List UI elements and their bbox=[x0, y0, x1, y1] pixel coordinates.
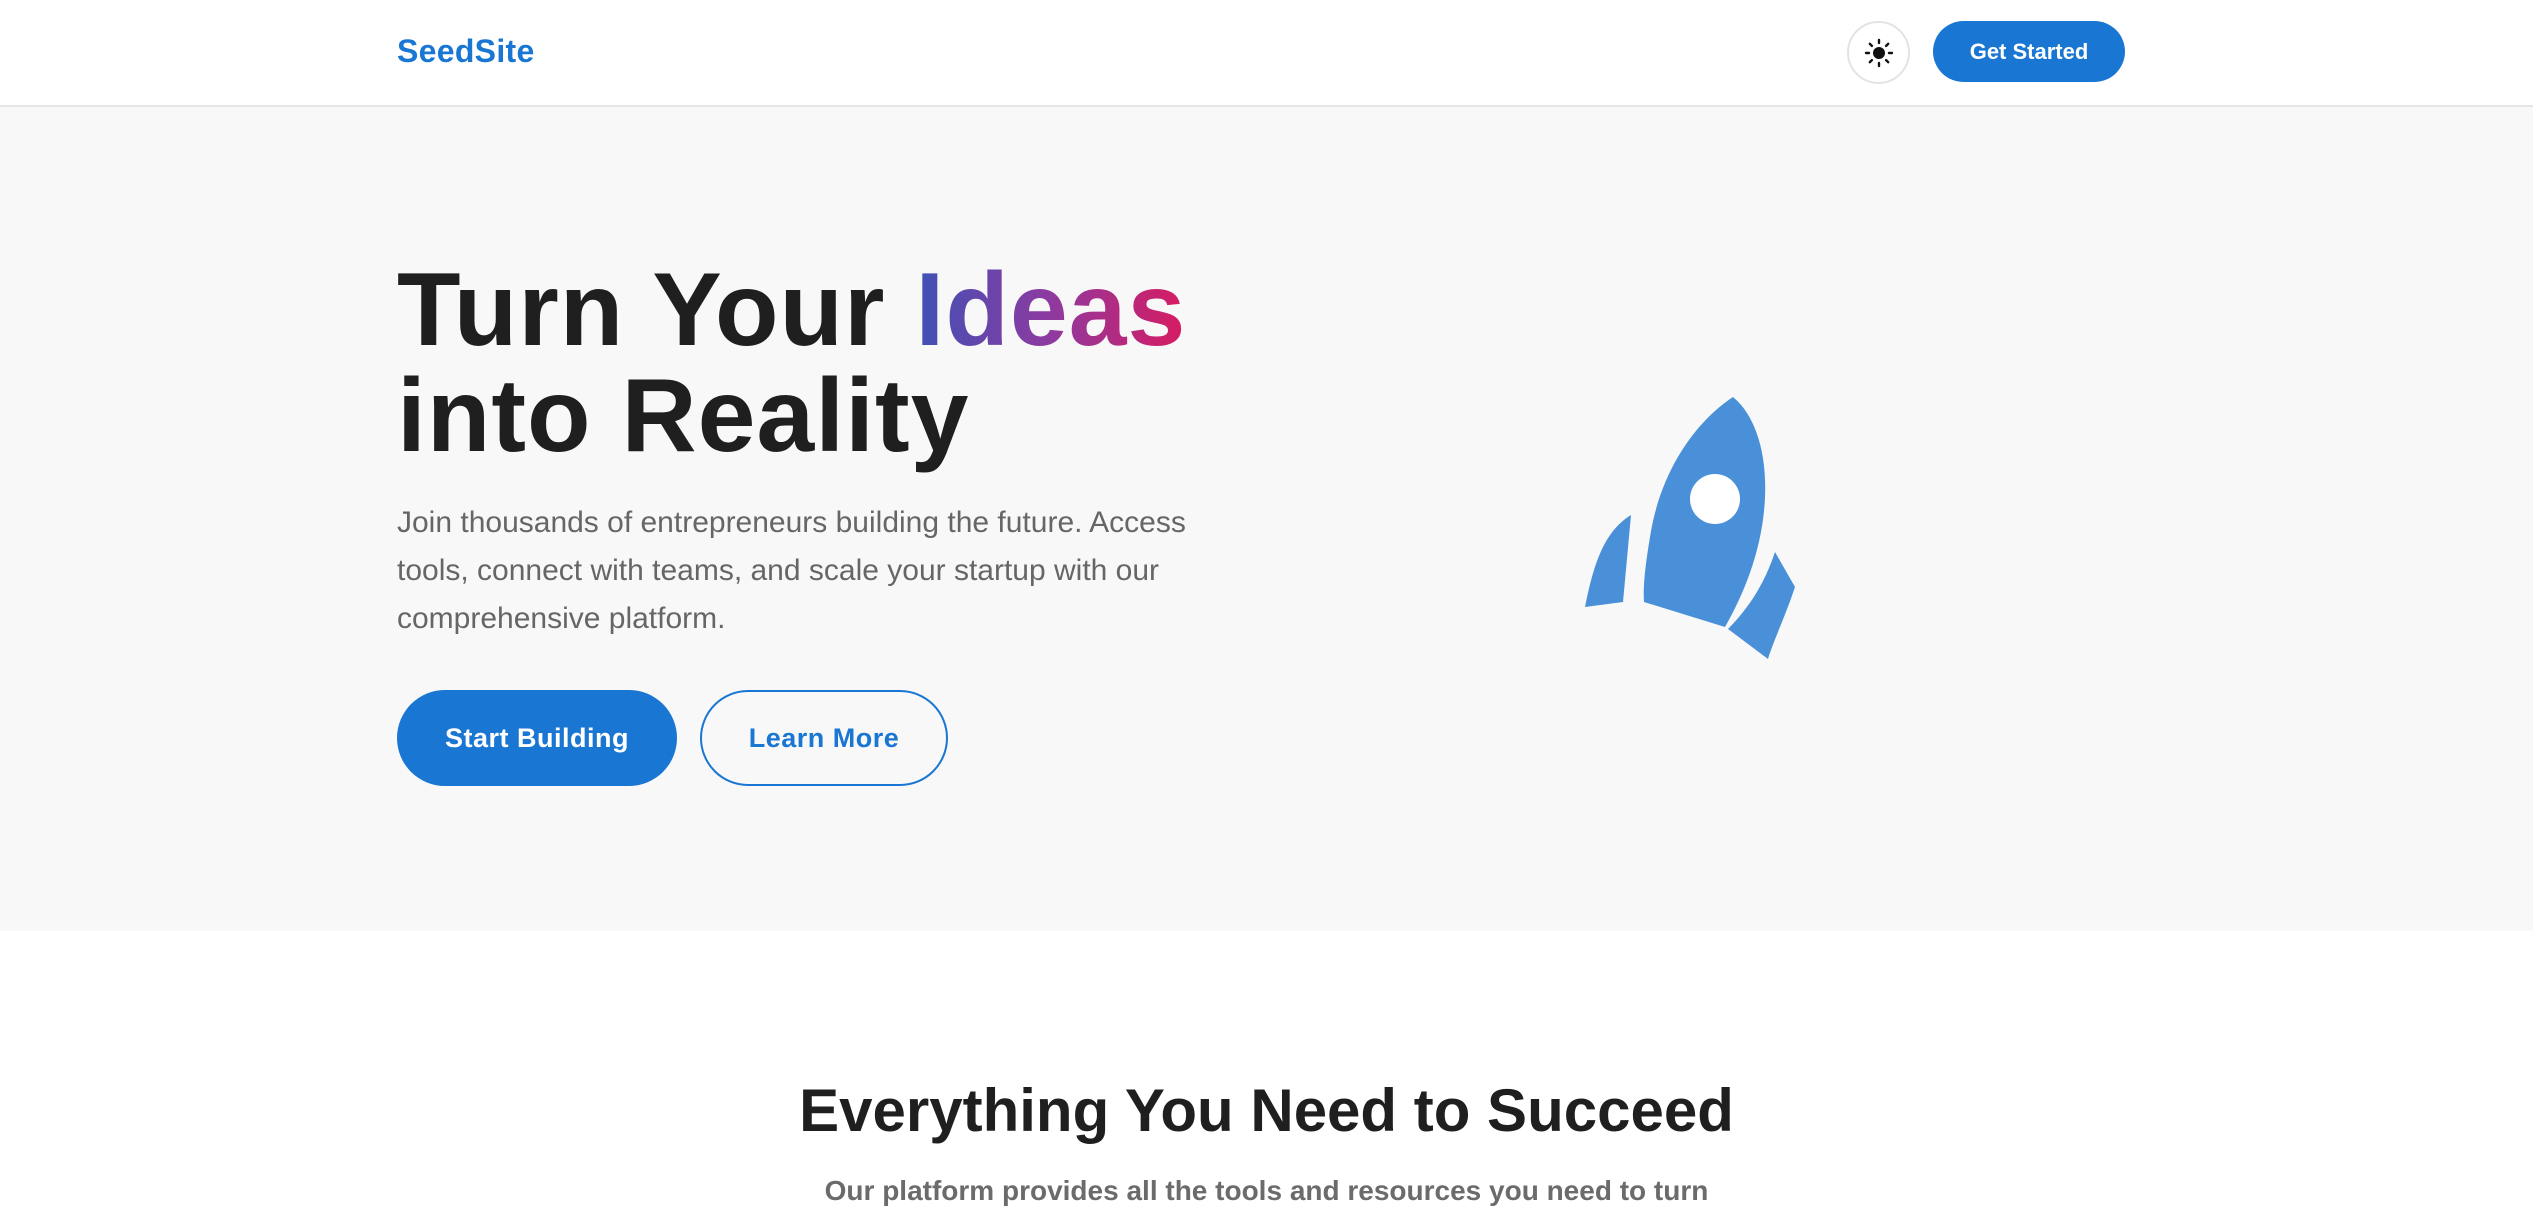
get-started-button[interactable]: Get Started bbox=[1933, 21, 2125, 82]
rocket-icon bbox=[1585, 397, 1795, 659]
sun-icon bbox=[1864, 38, 1893, 67]
features-title: Everything You Need to Succeed bbox=[799, 1077, 1734, 1144]
hero-title-part2: into Reality bbox=[397, 358, 970, 474]
logo[interactable]: SeedSite bbox=[397, 33, 535, 70]
hero-title-highlight: Ideas bbox=[915, 252, 1187, 368]
hero-title: Turn Your Ideas into Reality bbox=[397, 257, 1186, 469]
learn-more-button[interactable]: Learn More bbox=[700, 690, 948, 786]
features-subtitle: Our platform provides all the tools and … bbox=[824, 1175, 1709, 1206]
theme-toggle-button[interactable] bbox=[1847, 21, 1910, 84]
start-building-button[interactable]: Start Building bbox=[397, 690, 677, 786]
hero-title-part1: Turn Your bbox=[397, 252, 916, 368]
hero-description: Join thousands of entrepreneurs building… bbox=[397, 506, 1186, 635]
features-section: Everything You Need to Succeed Our platf… bbox=[0, 931, 2533, 1221]
hero-section: Turn Your Ideas into Reality Join thousa… bbox=[0, 107, 2533, 931]
site-header: SeedSite Get Started bbox=[0, 0, 2533, 107]
